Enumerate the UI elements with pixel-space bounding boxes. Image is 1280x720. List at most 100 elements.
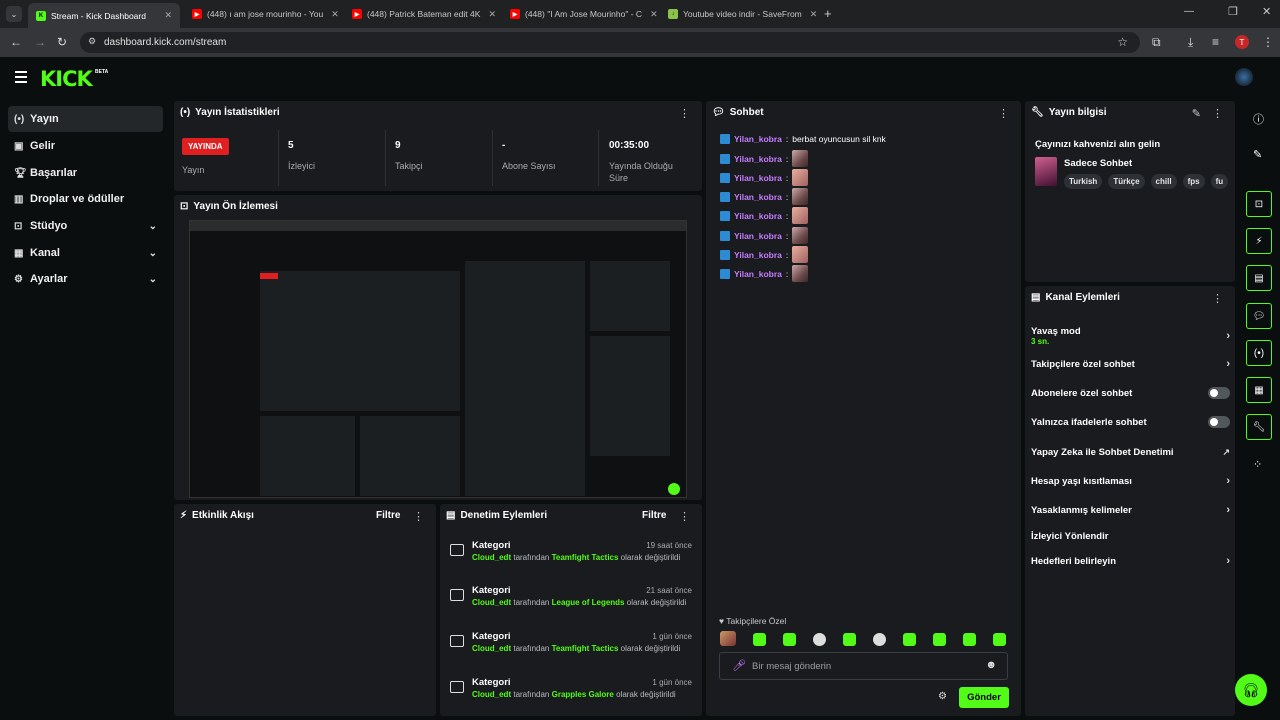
moderation-filter-button[interactable]: Filtre bbox=[642, 510, 666, 521]
sidebar-item-ayarlar[interactable]: ⚙ Ayarlar ⌄ bbox=[8, 266, 163, 292]
restore-icon[interactable]: ❐ bbox=[1228, 5, 1238, 18]
chat-bubble-icon[interactable]: 💬︎ bbox=[1246, 303, 1272, 329]
extensions-icon[interactable]: ⧉ bbox=[1152, 35, 1161, 50]
chat-username[interactable]: Yilan_kobra bbox=[734, 134, 782, 144]
emote-icon[interactable] bbox=[720, 631, 736, 646]
info-icon[interactable]: ⓘ bbox=[1253, 111, 1264, 127]
subscribers-chat-toggle[interactable] bbox=[1208, 387, 1230, 399]
sidebar-item-kanal[interactable]: ▦ Kanal ⌄ bbox=[8, 240, 163, 266]
emoji-picker-icon[interactable]: ☻ bbox=[985, 659, 997, 671]
emote-icon[interactable] bbox=[933, 633, 946, 646]
more-options-icon[interactable]: ⋮ bbox=[413, 510, 424, 523]
hamburger-menu-icon[interactable] bbox=[15, 71, 27, 83]
chat-message[interactable]: Yilan_kobra: bbox=[720, 265, 809, 282]
chat-message[interactable]: Yilan_kobra: bbox=[720, 188, 809, 205]
chat-message[interactable]: Yilan_kobra: bbox=[720, 246, 809, 263]
more-options-icon[interactable]: ⋮ bbox=[679, 510, 690, 523]
edit-pencil-icon[interactable]: ✎ bbox=[1253, 148, 1262, 161]
sidebar-item-studyo[interactable]: ⊡ Stüdyo ⌄ bbox=[8, 213, 163, 239]
activity-filter-button[interactable]: Filtre bbox=[376, 510, 400, 521]
kick-logo[interactable]: KICK bbox=[40, 67, 93, 91]
sidebar-item-basarilar[interactable]: 🏆︎ Başarılar bbox=[8, 160, 163, 186]
close-tab-icon[interactable]: ✕ bbox=[642, 9, 658, 20]
stream-preview-video[interactable] bbox=[189, 220, 687, 498]
tag-chip[interactable]: fps bbox=[1182, 174, 1205, 189]
back-icon[interactable]: ← bbox=[10, 35, 22, 49]
close-tab-icon[interactable]: ✕ bbox=[156, 10, 172, 21]
chat-message[interactable]: Yilan_kobra: bbox=[720, 169, 809, 186]
media-controls-icon[interactable]: ≡ bbox=[1212, 35, 1219, 49]
new-tab-icon[interactable]: + bbox=[824, 6, 832, 21]
browser-tab-youtube-3[interactable]: ▶ (448) "I Am Jose Mourinho" - C ✕ bbox=[502, 4, 662, 24]
more-options-icon[interactable]: ⋮ bbox=[1212, 107, 1223, 120]
sidebar-item-gelir[interactable]: ▣ Gelir bbox=[8, 133, 163, 159]
chat-message[interactable]: Yilan_kobra: bbox=[720, 207, 809, 224]
minimize-icon[interactable]: — bbox=[1184, 6, 1194, 17]
downloads-icon[interactable]: ⤓ bbox=[1188, 35, 1193, 50]
close-tab-icon[interactable]: ✕ bbox=[802, 9, 818, 20]
microphone-icon[interactable]: 🎤︎ bbox=[732, 659, 746, 672]
ai-moderation-item[interactable]: Yapay Zeka ile Sohbet Denetimi ↗ bbox=[1031, 445, 1236, 459]
tag-chip[interactable]: fu bbox=[1210, 174, 1229, 189]
wrench-icon[interactable]: 🔧︎ bbox=[1246, 414, 1272, 440]
chat-settings-icon[interactable]: ⚙ bbox=[938, 691, 947, 702]
sidebar-item-yayin[interactable]: (•) Yayın bbox=[8, 106, 163, 132]
emote-icon[interactable] bbox=[873, 633, 886, 646]
send-button[interactable]: Gönder bbox=[959, 687, 1009, 708]
more-options-icon[interactable]: ⋮ bbox=[679, 107, 690, 120]
browser-tab-youtube-2[interactable]: ▶ (448) Patrick Bateman edit 4K ✕ bbox=[344, 4, 504, 24]
address-bar[interactable]: ⚙ dashboard.kick.com/stream ☆ bbox=[80, 32, 1140, 53]
chat-message[interactable]: Yilan_kobra: bbox=[720, 150, 809, 167]
tab-search-button[interactable]: ⌄ bbox=[6, 6, 22, 22]
chat-input[interactable]: 🎤︎ Bir mesaj gönderin ☻ bbox=[719, 652, 1008, 680]
chat-username[interactable]: Yilan_kobra bbox=[734, 231, 782, 241]
banned-words-item[interactable]: Yasaklanmış kelimeler › bbox=[1031, 503, 1236, 517]
emote-icon[interactable] bbox=[813, 633, 826, 646]
goals-item[interactable]: Hedefleri belirleyin › bbox=[1031, 554, 1236, 568]
browser-menu-icon[interactable]: ⋮ bbox=[1262, 35, 1274, 49]
chat-username[interactable]: Yilan_kobra bbox=[734, 250, 782, 260]
chat-username[interactable]: Yilan_kobra bbox=[734, 154, 782, 164]
emote-icon[interactable] bbox=[903, 633, 916, 646]
chat-username[interactable]: Yilan_kobra bbox=[734, 211, 782, 221]
support-chat-button[interactable]: 🎧︎ bbox=[1235, 674, 1267, 706]
close-tab-icon[interactable]: ✕ bbox=[480, 9, 496, 20]
log-icon[interactable]: ▤ bbox=[1246, 265, 1272, 291]
add-widget-icon[interactable]: ⁘ bbox=[1253, 458, 1262, 471]
browser-tab-kick[interactable]: K Stream - Kick Dashboard ✕ bbox=[28, 3, 180, 28]
user-avatar[interactable] bbox=[1235, 68, 1253, 86]
tag-chip[interactable]: Turkish bbox=[1064, 174, 1103, 189]
emote-icon[interactable] bbox=[783, 633, 796, 646]
forward-icon[interactable]: → bbox=[34, 35, 46, 49]
bookmark-star-icon[interactable]: ☆ bbox=[1117, 35, 1128, 49]
chat-message[interactable]: Yilan_kobra: berbat oyuncusun sil knk bbox=[720, 134, 886, 144]
tag-chip[interactable]: Türkçe bbox=[1108, 174, 1145, 189]
slow-mode-item[interactable]: Yavaş mod 3 sn. › bbox=[1031, 323, 1236, 349]
age-restriction-item[interactable]: Hesap yaşı kısıtlaması › bbox=[1031, 474, 1236, 488]
emote-icon[interactable] bbox=[753, 633, 766, 646]
profile-avatar[interactable]: T bbox=[1235, 35, 1249, 49]
preview-toggle-icon[interactable]: ⊡ bbox=[1246, 191, 1272, 217]
emotes-only-toggle[interactable] bbox=[1208, 416, 1230, 428]
reload-icon[interactable]: ↻ bbox=[57, 35, 67, 49]
chat-message[interactable]: Yilan_kobra: bbox=[720, 227, 809, 244]
emote-icon[interactable] bbox=[963, 633, 976, 646]
edit-pencil-icon[interactable]: ✎ bbox=[1192, 107, 1201, 120]
chat-username[interactable]: Yilan_kobra bbox=[734, 173, 782, 183]
browser-tab-savefrom[interactable]: ↓ Youtube video indir - SaveFrom ✕ bbox=[660, 4, 820, 24]
broadcast-icon[interactable]: (•) bbox=[1246, 340, 1272, 366]
close-window-icon[interactable]: ✕ bbox=[1262, 5, 1271, 18]
chat-username[interactable]: Yilan_kobra bbox=[734, 192, 782, 202]
layout-icon[interactable]: ▦ bbox=[1246, 377, 1272, 403]
more-options-icon[interactable]: ⋮ bbox=[998, 107, 1009, 120]
browser-tab-youtube-1[interactable]: ▶ (448) ı am jose mourinho - You ✕ bbox=[184, 4, 344, 24]
chat-username[interactable]: Yilan_kobra bbox=[734, 269, 782, 279]
site-info-icon[interactable]: ⚙ bbox=[88, 36, 96, 47]
followers-chat-item[interactable]: Takipçilere özel sohbet › bbox=[1031, 357, 1236, 371]
more-options-icon[interactable]: ⋮ bbox=[1212, 292, 1223, 305]
emote-icon[interactable] bbox=[993, 633, 1006, 646]
close-tab-icon[interactable]: ✕ bbox=[323, 9, 339, 20]
tag-chip[interactable]: chill bbox=[1150, 174, 1177, 189]
emote-icon[interactable] bbox=[843, 633, 856, 646]
redirect-viewers-item[interactable]: İzleyici Yönlendir bbox=[1031, 529, 1236, 543]
